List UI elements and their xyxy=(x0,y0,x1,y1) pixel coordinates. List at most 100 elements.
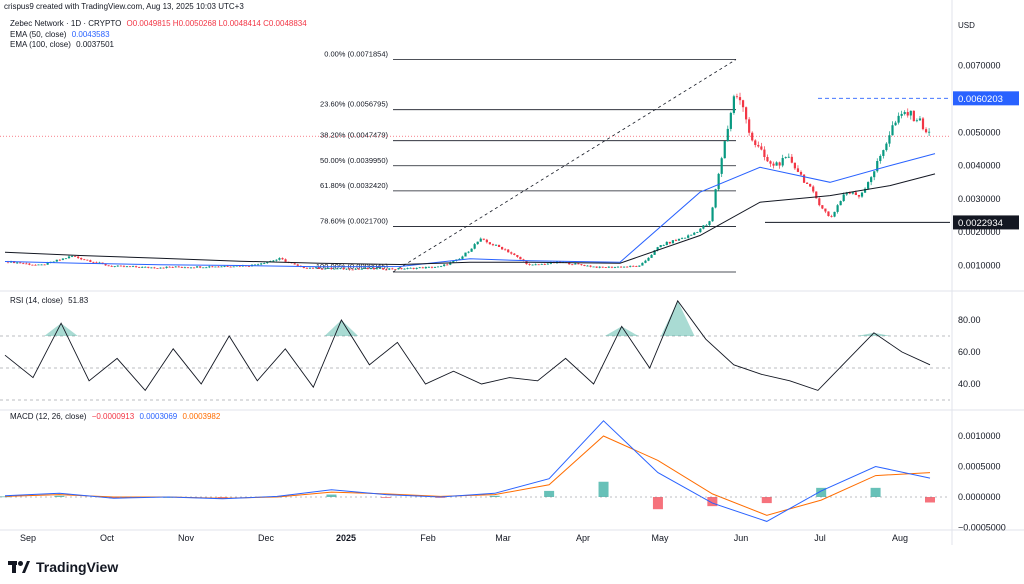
time-axis-label: Mar xyxy=(495,533,511,543)
candle xyxy=(77,255,80,259)
candle-body xyxy=(708,221,711,225)
candle-body xyxy=(745,107,748,120)
candle xyxy=(308,267,312,269)
candle-body xyxy=(894,122,897,126)
candle xyxy=(147,266,150,269)
candle xyxy=(107,265,110,267)
candle-body xyxy=(379,268,382,269)
candle-body xyxy=(818,198,821,206)
macd-tick-label: 0.0000000 xyxy=(958,492,1001,502)
candle xyxy=(122,265,125,268)
candle xyxy=(61,258,64,261)
chart-canvas[interactable]: 0.0070000 0.0050000 0.0040000 0.0030000 0.00… xyxy=(0,0,1024,584)
candle xyxy=(790,153,793,164)
candle-body xyxy=(260,263,263,265)
tradingview-logo[interactable]: TradingView xyxy=(8,559,118,575)
candle xyxy=(595,266,598,269)
candle xyxy=(418,266,421,269)
candle xyxy=(470,248,473,252)
candle xyxy=(757,141,760,148)
candle-body xyxy=(342,268,345,270)
macd-tick-label: 0.0010000 xyxy=(958,431,1001,441)
candle xyxy=(34,264,37,266)
candle xyxy=(888,131,891,147)
candle xyxy=(412,267,415,270)
candle xyxy=(705,223,708,226)
candle-body xyxy=(760,146,763,150)
candle-body xyxy=(165,266,168,268)
candle xyxy=(247,266,251,267)
candle xyxy=(485,238,488,244)
candle-body xyxy=(714,189,717,208)
candle-body xyxy=(601,266,604,268)
time-axis-label: Aug xyxy=(892,533,908,543)
candle-body xyxy=(915,120,918,122)
candle-body xyxy=(226,266,229,267)
candle-body xyxy=(186,267,190,269)
candle-body xyxy=(906,112,909,116)
candle xyxy=(690,234,693,236)
candle xyxy=(641,262,644,266)
candle-body xyxy=(921,118,925,130)
candle xyxy=(857,194,861,199)
candle xyxy=(150,267,153,269)
fib-level-label: 23.60% (0.0056795) xyxy=(320,100,388,109)
candle xyxy=(131,265,135,268)
candle-body xyxy=(177,266,180,268)
candle-body xyxy=(650,254,653,258)
candle-body xyxy=(403,268,406,270)
candle xyxy=(171,266,174,268)
candle xyxy=(37,264,40,266)
candle xyxy=(793,162,796,170)
candle xyxy=(305,267,308,269)
candle xyxy=(775,161,778,166)
candle-body xyxy=(613,267,617,268)
candle-body xyxy=(284,259,287,262)
candle-body xyxy=(461,256,464,259)
candle-body xyxy=(699,228,702,233)
candle xyxy=(223,265,226,268)
candle xyxy=(824,208,827,214)
candle xyxy=(635,265,638,267)
candle xyxy=(281,257,284,260)
candle xyxy=(632,265,635,267)
candle-body xyxy=(671,240,674,244)
candle-body xyxy=(318,267,321,269)
candle xyxy=(906,108,909,118)
candle-body xyxy=(574,263,577,265)
brand-name: TradingView xyxy=(36,559,119,575)
candle-body xyxy=(824,208,827,212)
candle xyxy=(601,266,604,268)
candle xyxy=(592,266,595,268)
candle-body xyxy=(873,171,876,178)
candle-body xyxy=(662,245,665,246)
macd-histogram-bar xyxy=(761,497,772,504)
candle-body xyxy=(208,266,211,268)
candle-body xyxy=(470,248,473,252)
candle-body xyxy=(412,267,415,269)
candle xyxy=(839,200,842,206)
candle-body xyxy=(809,183,812,187)
candle-body xyxy=(327,268,330,269)
candle-body xyxy=(589,265,592,267)
candle-body xyxy=(476,241,479,245)
candle-body xyxy=(711,207,714,222)
candle xyxy=(580,264,583,266)
candle-body xyxy=(571,264,574,266)
candle xyxy=(507,249,510,253)
candle xyxy=(479,237,482,242)
candle-body xyxy=(732,96,735,113)
candle xyxy=(772,161,775,169)
candle xyxy=(903,110,906,116)
rsi-tick-label: 60.00 xyxy=(958,347,981,357)
candle xyxy=(531,264,534,266)
candle-body xyxy=(232,266,235,268)
candle-body xyxy=(787,156,790,158)
candle-body xyxy=(77,256,80,258)
candle xyxy=(830,214,833,218)
candle xyxy=(464,252,467,257)
candle-body xyxy=(504,249,507,251)
candle-body xyxy=(202,267,205,269)
candle xyxy=(168,266,171,268)
candle xyxy=(891,121,894,136)
